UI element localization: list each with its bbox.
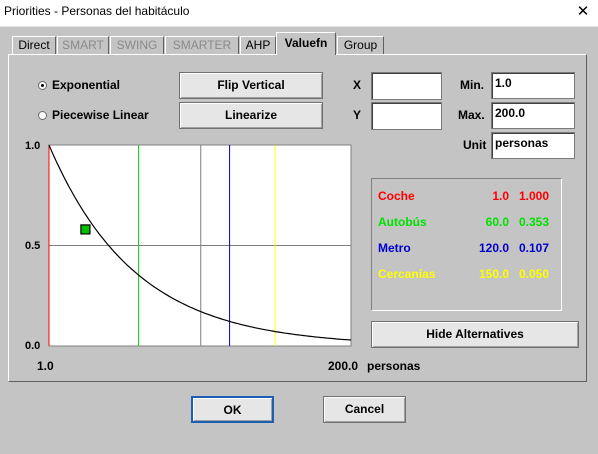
legend-x: 60.0	[485, 215, 509, 229]
legend-x: 150.0	[478, 267, 509, 281]
legend-x: 120.0	[478, 241, 509, 255]
legend-name: Coche	[378, 189, 415, 203]
legend-name: Metro	[378, 241, 411, 255]
curve-handle	[80, 224, 91, 235]
y-tick-label: 1.0	[25, 140, 40, 152]
legend-name: Autobús	[378, 215, 427, 229]
hide-alternatives-button[interactable]: Hide Alternatives	[371, 321, 579, 348]
legend-value: 0.050	[518, 267, 549, 281]
legend-row: Coche 1.0 1.000	[372, 189, 563, 203]
y-tick-label: 0.0	[25, 340, 40, 352]
alternatives-legend: Coche 1.0 1.000 Autobús 60.0 0.353 Metro…	[371, 178, 562, 311]
legend-value: 1.000	[518, 189, 549, 203]
legend-name: Cercanías	[378, 267, 436, 281]
ok-button[interactable]: OK	[191, 396, 274, 423]
x-tick-label: 200.0	[328, 359, 358, 373]
legend-row: Cercanías 150.0 0.050	[372, 267, 563, 281]
legend-row: Autobús 60.0 0.353	[372, 215, 563, 229]
x-unit-label: personas	[367, 359, 421, 373]
legend-x: 1.0	[492, 189, 509, 203]
x-tick-label: 1.0	[37, 359, 54, 373]
legend-row: Metro 120.0 0.107	[372, 241, 563, 255]
legend-value: 0.107	[518, 241, 549, 255]
y-tick-label: 0.5	[25, 240, 40, 252]
tab-valuefn[interactable]: Valuefn	[276, 32, 336, 55]
cancel-button[interactable]: Cancel	[323, 396, 406, 423]
legend-value: 0.353	[518, 215, 549, 229]
